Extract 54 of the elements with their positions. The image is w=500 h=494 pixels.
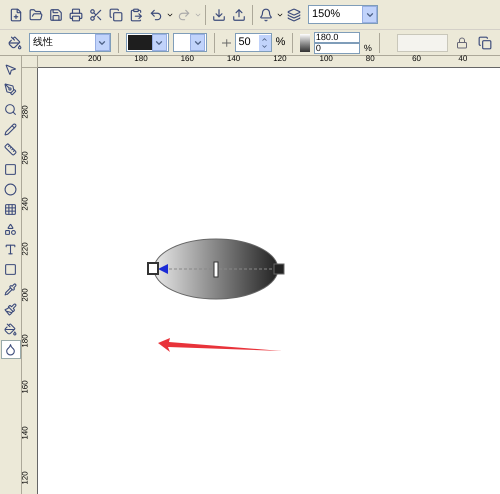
ellipse-icon xyxy=(4,183,17,196)
ruler-label: 260 xyxy=(22,151,30,164)
midpoint-icon xyxy=(222,38,232,46)
ruler-label: 240 xyxy=(22,196,30,210)
angle-icon xyxy=(300,34,310,52)
zoom-value: 150% xyxy=(312,7,340,22)
ruler-label: 120 xyxy=(273,55,287,63)
fill-type-value: 线性 xyxy=(32,36,53,50)
ruler-label: 120 xyxy=(22,472,30,486)
fill-type-dropdown[interactable]: 线性 xyxy=(28,33,111,52)
ruler-label: 180 xyxy=(134,55,148,63)
shapes-icon xyxy=(4,223,17,236)
midpoint-value: 50 xyxy=(238,35,251,50)
square-icon xyxy=(4,263,17,276)
ruler-label: 80 xyxy=(366,55,375,63)
brush-icon xyxy=(4,303,17,316)
magnifier-icon xyxy=(4,103,17,116)
ruler-label: 180 xyxy=(22,334,30,348)
ruler-label: 220 xyxy=(22,242,30,256)
dropdown-caret-icon[interactable] xyxy=(94,34,110,51)
midpoint-field[interactable]: 50 xyxy=(235,33,272,52)
ruler-icon xyxy=(4,143,17,156)
color-swatch xyxy=(128,35,152,50)
to-color-dropdown[interactable] xyxy=(172,33,207,52)
pointer-icon xyxy=(4,63,17,76)
tool-button[interactable] xyxy=(0,340,20,359)
ruler-label: 140 xyxy=(22,426,30,440)
ruler-label: 140 xyxy=(226,55,240,63)
angle-value: 180.0 xyxy=(316,32,338,42)
ruler-label: 160 xyxy=(180,55,194,63)
square-icon xyxy=(4,163,17,176)
percent-unit: % xyxy=(276,35,286,50)
eyedropper-icon xyxy=(4,283,17,296)
edge-pad-field[interactable]: 0 xyxy=(314,42,360,54)
ruler-label: 40 xyxy=(458,55,468,63)
pencil-icon xyxy=(4,123,17,136)
ruler-label: 160 xyxy=(22,380,30,394)
dropdown-caret-icon[interactable] xyxy=(152,34,167,51)
droplet-icon xyxy=(4,343,17,356)
grid-icon xyxy=(4,203,17,216)
ruler-label: 60 xyxy=(412,55,421,63)
text-icon xyxy=(4,243,17,256)
percent-unit: % xyxy=(364,42,372,54)
ruler-label: 280 xyxy=(22,105,30,119)
spin-arrows-icon[interactable] xyxy=(258,34,271,50)
bucket-icon xyxy=(4,323,17,336)
pen-icon xyxy=(4,83,17,96)
ruler-label: 200 xyxy=(88,55,102,63)
ruler-label: 200 xyxy=(22,288,30,302)
angle-field[interactable]: 180.0 xyxy=(314,32,360,42)
ruler-label: 100 xyxy=(320,55,333,63)
edge-pad-value: 0 xyxy=(316,44,321,52)
from-color-dropdown[interactable] xyxy=(126,33,169,52)
zoom-dropdown[interactable]: 150% xyxy=(308,5,378,24)
